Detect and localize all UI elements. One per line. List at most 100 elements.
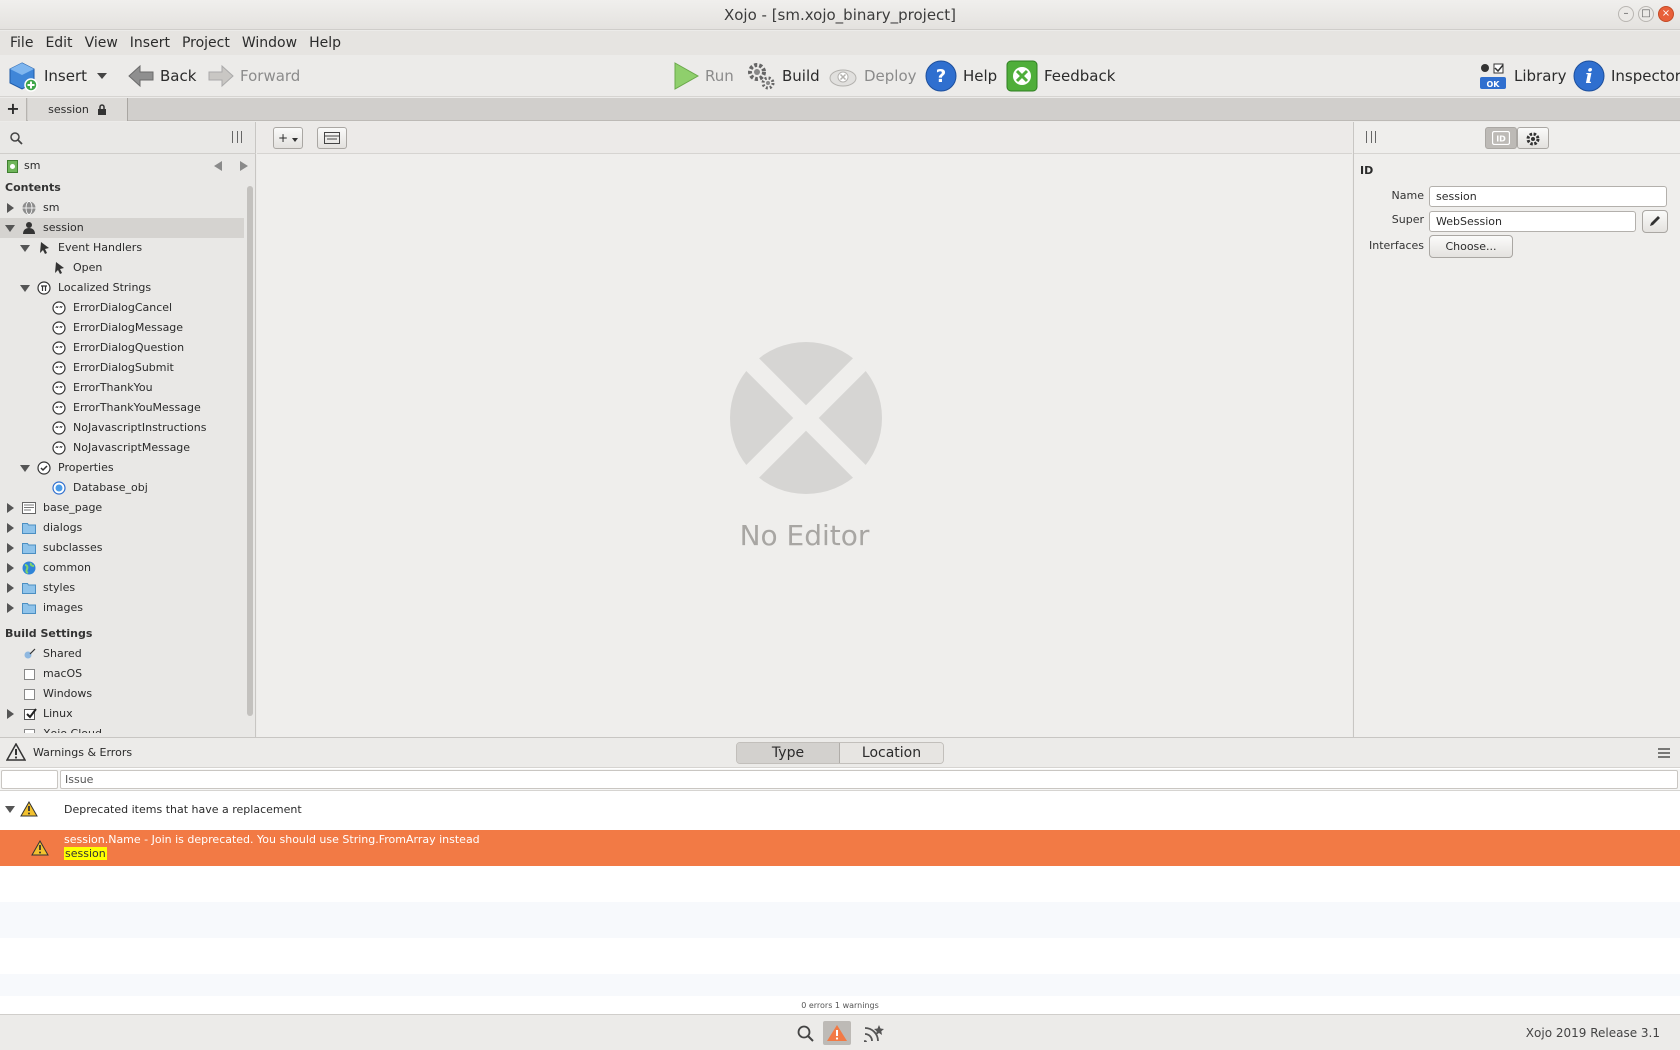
disclosure-triangle-icon[interactable] [7,503,14,513]
tree-item-session[interactable]: session [0,218,244,238]
menu-file[interactable]: File [4,35,39,51]
new-tab-button[interactable]: + [0,98,27,121]
version-label: Xojo 2019 Release 3.1 [1525,1026,1660,1040]
tree-item-database-obj[interactable]: Database_obj [0,478,244,498]
menu-help[interactable]: Help [303,35,347,51]
feedback-button[interactable]: Feedback [1006,55,1115,97]
menu-view[interactable]: View [79,35,124,51]
menu-project[interactable]: Project [176,35,236,51]
library-ok-text: OK [1487,80,1501,89]
issue-group-row[interactable]: Deprecated items that have a replacement [0,792,1680,828]
help-button[interactable]: ? Help [925,55,997,97]
tree-item-string[interactable]: “” ErrorThankYouMessage [0,398,244,418]
tree-item-sm[interactable]: sm [0,198,244,218]
build-settings-section-header: Build Settings [5,627,93,640]
navigate-forward-icon[interactable] [240,161,248,171]
build-setting-windows[interactable]: Windows [0,684,244,704]
build-setting-xojo-cloud[interactable]: Xojo Cloud [0,724,244,733]
tree-item-string[interactable]: “” ErrorDialogQuestion [0,338,244,358]
disclosure-triangle-icon[interactable] [7,543,14,553]
group-by-type-button[interactable]: Type [737,743,840,763]
build-button[interactable]: Build [746,55,820,97]
tree-item-string[interactable]: “” ErrorThankYou [0,378,244,398]
minimize-icon[interactable]: – [1618,6,1634,22]
search-icon[interactable] [10,132,23,145]
column-issue[interactable]: Issue [60,770,1678,789]
disclosure-triangle-icon[interactable] [20,245,30,252]
disclosure-triangle-icon[interactable] [20,285,30,292]
choose-interfaces-button[interactable]: Choose... [1429,235,1513,258]
tree-item-common[interactable]: common [0,558,244,578]
navigate-back-icon[interactable] [214,161,222,171]
tab-session[interactable]: session [28,98,128,121]
build-setting-macos[interactable]: macOS [0,664,244,684]
menu-hamburger-icon[interactable] [1658,748,1670,758]
close-icon[interactable]: × [1658,6,1674,22]
lock-icon[interactable] [97,103,107,116]
tree-item-subclasses[interactable]: subclasses [0,538,244,558]
disclosure-triangle-icon[interactable] [7,523,14,533]
tree-item-open[interactable]: Open [0,258,244,278]
navigator-splitter-handle-icon[interactable] [232,131,242,143]
tree-item-localized-strings[interactable]: Localized Strings [0,278,244,298]
disclosure-triangle-icon[interactable] [7,583,14,593]
add-item-button[interactable]: + [273,127,303,149]
warning-icon [20,801,38,817]
issue-row-selected[interactable]: session.Name - Join is deprecated. You s… [0,830,1680,866]
issue-location-highlight[interactable]: session [64,847,107,860]
disclosure-triangle-icon[interactable] [20,465,30,472]
disclosure-triangle-icon[interactable] [5,806,15,813]
checkbox-xojo-cloud[interactable] [24,729,35,733]
tree-item-string[interactable]: “” NoJavascriptMessage [0,438,244,458]
tree-item-dialogs[interactable]: dialogs [0,518,244,538]
checkmark-icon [26,708,37,719]
deploy-button[interactable]: Deploy [828,55,917,97]
tree-item-images[interactable]: images [0,598,244,618]
name-field[interactable]: session [1429,186,1667,207]
layout-toggle-button[interactable] [317,127,347,149]
insert-dropdown-button[interactable] [96,55,108,97]
tree-item-properties[interactable]: Properties [0,458,244,478]
insert-label: Insert [44,67,88,85]
menu-edit[interactable]: Edit [39,35,78,51]
super-field[interactable]: WebSession [1429,211,1636,232]
tree-item-event-handlers[interactable]: Event Handlers [0,238,244,258]
build-setting-linux[interactable]: Linux [0,704,244,724]
search-icon[interactable] [797,1025,814,1042]
insert-button[interactable]: Insert [6,55,87,97]
column-icon[interactable] [1,770,58,789]
disclosure-triangle-icon[interactable] [7,709,14,719]
disclosure-triangle-icon[interactable] [7,563,14,573]
forward-button[interactable]: Forward [208,55,300,97]
warning-outline-icon [6,743,26,761]
tree-item-styles[interactable]: styles [0,578,244,598]
warnings-toggle-button[interactable] [823,1021,851,1045]
menu-window[interactable]: Window [236,35,303,51]
tree-item-string[interactable]: “” NoJavascriptInstructions [0,418,244,438]
checkbox-windows[interactable] [24,689,35,700]
build-setting-shared[interactable]: Shared [0,644,244,664]
checkbox-linux[interactable] [24,708,37,720]
tree-item-string[interactable]: “” ErrorDialogSubmit [0,358,244,378]
group-by-location-button[interactable]: Location [840,743,943,763]
maximize-icon[interactable]: □ [1638,6,1654,22]
edit-super-button[interactable] [1642,210,1668,233]
id-tab-button[interactable]: ID [1485,127,1517,149]
navigator-scrollbar[interactable] [247,186,253,716]
menu-insert[interactable]: Insert [124,35,176,51]
inspector-panel: ID ID Name session Super WebSession Inte… [1353,122,1680,737]
tree-item-string[interactable]: “” ErrorDialogCancel [0,298,244,318]
disclosure-triangle-icon[interactable] [5,225,15,232]
back-button[interactable]: Back [128,55,196,97]
feed-star-icon[interactable] [864,1024,884,1042]
disclosure-triangle-icon[interactable] [7,203,14,213]
run-button[interactable]: Run [673,55,734,97]
tree-item-string[interactable]: “” ErrorDialogMessage [0,318,244,338]
disclosure-triangle-icon[interactable] [7,603,14,613]
advanced-tab-button[interactable] [1517,127,1549,149]
inspector-button[interactable]: i Inspector [1573,55,1680,97]
library-button[interactable]: OK Library [1478,55,1566,97]
inspector-splitter-handle-icon[interactable] [1366,131,1376,143]
tree-item-base-page[interactable]: base_page [0,498,244,518]
checkbox-macos[interactable] [24,669,35,680]
